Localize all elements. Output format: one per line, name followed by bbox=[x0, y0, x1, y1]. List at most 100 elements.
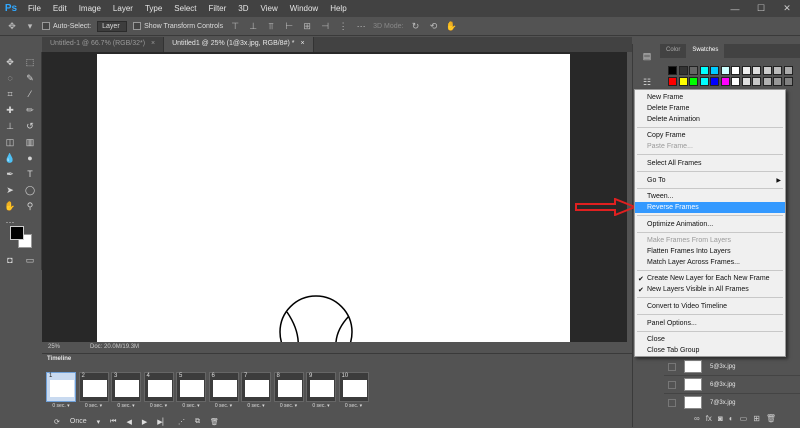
menu-3d[interactable]: 3D bbox=[232, 4, 254, 13]
menu-file[interactable]: File bbox=[22, 4, 47, 13]
menu-item-delete-frame[interactable]: Delete Frame bbox=[635, 103, 785, 114]
color-swatch[interactable] bbox=[773, 66, 782, 75]
color-swatch[interactable] bbox=[773, 77, 782, 86]
quick-mask-icon[interactable]: ◘ bbox=[4, 254, 16, 266]
timeline-title[interactable]: Timeline bbox=[42, 354, 102, 365]
color-swatch[interactable] bbox=[668, 66, 677, 75]
zoom-level[interactable]: 25% bbox=[48, 344, 60, 350]
next-frame-icon[interactable]: ▶▏ bbox=[157, 418, 168, 426]
color-swatch[interactable] bbox=[678, 77, 688, 86]
link-icon[interactable]: ∞ bbox=[694, 414, 700, 423]
quick-select-tool-icon[interactable]: ✎ bbox=[24, 72, 36, 84]
menu-item-create-new-layer-for-each-new-frame[interactable]: ✔ Create New Layer for Each New Frame bbox=[635, 273, 785, 284]
frame-delay-dropdown[interactable]: 0 sec. ▾ bbox=[209, 403, 239, 409]
folder-icon[interactable]: ▭ bbox=[740, 414, 748, 423]
menu-filter[interactable]: Filter bbox=[203, 4, 233, 13]
frame-delay-dropdown[interactable]: 0 sec. ▾ bbox=[144, 403, 174, 409]
color-swatch[interactable] bbox=[741, 66, 751, 75]
chevron-down-icon[interactable]: ▾ bbox=[97, 418, 101, 426]
timeline-frame[interactable]: 6 bbox=[208, 372, 239, 402]
menu-item-flatten-frames-into-layers[interactable]: Flatten Frames Into Layers bbox=[635, 246, 785, 257]
menu-image[interactable]: Image bbox=[73, 4, 107, 13]
eyedropper-tool-icon[interactable]: ⁄ bbox=[24, 88, 36, 100]
color-swatch[interactable] bbox=[720, 77, 730, 86]
stamp-tool-icon[interactable]: ⊥ bbox=[4, 120, 16, 132]
move-tool-icon[interactable]: ✥ bbox=[4, 56, 16, 68]
brush-tool-icon[interactable]: ✏ bbox=[24, 104, 36, 116]
menu-item-delete-animation[interactable]: Delete Animation bbox=[635, 114, 785, 125]
menu-item-go-to[interactable]: Go To ▶ bbox=[635, 175, 785, 186]
timeline-frame[interactable]: 1 bbox=[46, 372, 76, 402]
hand-tool-icon[interactable]: ✋ bbox=[4, 200, 16, 212]
document-canvas[interactable] bbox=[97, 54, 570, 342]
distribute-horizontal-icon[interactable]: ⋯ bbox=[355, 21, 367, 32]
color-swatch[interactable] bbox=[752, 66, 761, 75]
frame-delay-dropdown[interactable]: 0 sec. ▾ bbox=[111, 403, 141, 409]
menu-item-new-layers-visible-in-all-frames[interactable]: ✔ New Layers Visible in All Frames bbox=[635, 284, 785, 295]
menu-item-close-tab-group[interactable]: Close Tab Group bbox=[635, 345, 785, 356]
dodge-tool-icon[interactable]: ● bbox=[24, 152, 36, 164]
menu-item-reverse-frames[interactable]: Reverse Frames bbox=[635, 202, 785, 213]
auto-select-checkbox[interactable] bbox=[42, 22, 50, 30]
align-left-icon[interactable]: ⊢ bbox=[283, 21, 295, 32]
pen-tool-icon[interactable]: ✒ bbox=[4, 168, 16, 180]
timeline-frame[interactable]: 2 bbox=[78, 372, 109, 402]
3d-rotate-icon[interactable]: ↻ bbox=[409, 21, 421, 32]
timeline-frame[interactable]: 8 bbox=[273, 372, 304, 402]
frame-delay-dropdown[interactable]: 0 sec. ▾ bbox=[46, 403, 76, 409]
timeline-frame[interactable]: 10 bbox=[338, 372, 369, 402]
timeline-frame[interactable]: 3 bbox=[111, 372, 141, 402]
menu-item-optimize-animation[interactable]: Optimize Animation... bbox=[635, 219, 785, 230]
transform-controls-checkbox[interactable] bbox=[133, 22, 142, 30]
timeline-frame[interactable]: 7 bbox=[241, 372, 271, 402]
distribute-icon[interactable]: ⋮ bbox=[337, 21, 349, 32]
color-swatch[interactable] bbox=[689, 66, 698, 75]
tab-close-icon[interactable]: × bbox=[151, 40, 155, 47]
foreground-color-swatch[interactable] bbox=[10, 226, 24, 240]
shape-tool-icon[interactable]: ◯ bbox=[24, 184, 36, 196]
layer-row[interactable]: 6@3x.jpg bbox=[664, 376, 800, 394]
healing-tool-icon[interactable]: ✚ bbox=[4, 104, 16, 116]
menu-item-match-layer-across-frames[interactable]: Match Layer Across Frames... bbox=[635, 257, 785, 268]
menu-item-panel-options[interactable]: Panel Options... bbox=[635, 318, 785, 329]
layer-row[interactable]: 5@3x.jpg bbox=[664, 358, 800, 376]
color-swatch[interactable] bbox=[710, 77, 719, 86]
frame-delay-dropdown[interactable]: 0 sec. ▾ bbox=[79, 403, 109, 409]
tab-untitled1[interactable]: Untitled1 @ 25% (1@3x.jpg, RGB/8#) * × bbox=[164, 37, 314, 52]
color-swatch[interactable] bbox=[699, 77, 709, 86]
history-icon[interactable]: ▤ bbox=[641, 50, 653, 62]
frame-delay-dropdown[interactable]: 0 sec. ▾ bbox=[339, 403, 369, 409]
mask-icon[interactable]: ◙ bbox=[718, 414, 723, 423]
timeline-frame[interactable]: 4 bbox=[143, 372, 174, 402]
prev-frame-icon[interactable]: ◀ bbox=[126, 418, 131, 426]
history-brush-tool-icon[interactable]: ↺ bbox=[24, 120, 36, 132]
menu-view[interactable]: View bbox=[255, 4, 284, 13]
blur-tool-icon[interactable]: 💧 bbox=[4, 152, 16, 164]
menu-item-close[interactable]: Close bbox=[635, 334, 785, 345]
zoom-tool-icon[interactable]: ⚲ bbox=[24, 200, 36, 212]
transform-controls-option[interactable]: Show Transform Controls bbox=[133, 22, 223, 30]
menu-layer[interactable]: Layer bbox=[107, 4, 139, 13]
color-swatch[interactable] bbox=[762, 66, 772, 75]
frame-delay-dropdown[interactable]: 0 sec. ▾ bbox=[176, 403, 206, 409]
3d-roll-icon[interactable]: ⟲ bbox=[427, 21, 439, 32]
frame-delay-dropdown[interactable]: 0 sec. ▾ bbox=[241, 403, 271, 409]
menu-item-new-frame[interactable]: New Frame bbox=[635, 92, 785, 103]
type-tool-icon[interactable]: T bbox=[24, 168, 36, 180]
crop-tool-icon[interactable]: ⌗ bbox=[4, 88, 16, 100]
properties-icon[interactable]: ☷ bbox=[641, 76, 653, 88]
menu-item-select-all-frames[interactable]: Select All Frames bbox=[635, 158, 785, 169]
color-swatch[interactable] bbox=[689, 77, 698, 86]
maximize-button[interactable]: ☐ bbox=[748, 0, 774, 17]
align-center-icon[interactable]: ⊞ bbox=[301, 21, 313, 32]
frame-delay-dropdown[interactable]: 0 sec. ▾ bbox=[306, 403, 336, 409]
color-swatch[interactable] bbox=[752, 77, 761, 86]
color-swatch[interactable] bbox=[678, 66, 688, 75]
color-swatch[interactable] bbox=[783, 77, 793, 86]
visibility-icon[interactable] bbox=[668, 398, 676, 407]
color-swatch[interactable] bbox=[741, 77, 751, 86]
color-swatch[interactable] bbox=[783, 66, 793, 75]
lasso-tool-icon[interactable]: ◌ bbox=[4, 72, 16, 84]
menu-select[interactable]: Select bbox=[168, 4, 202, 13]
menu-item-copy-frame[interactable]: Copy Frame bbox=[635, 130, 785, 141]
